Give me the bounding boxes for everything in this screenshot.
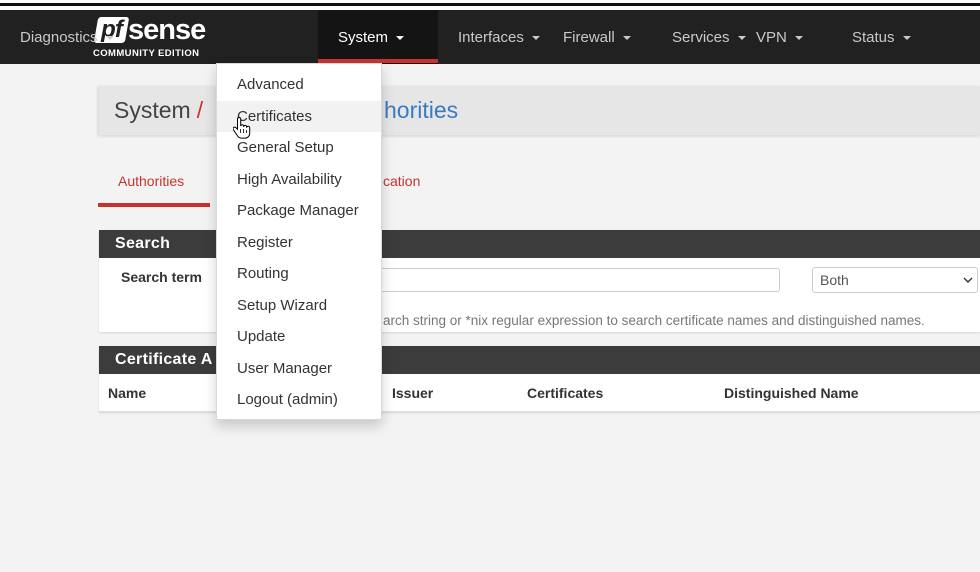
- nav-label: VPN: [756, 28, 787, 46]
- menu-item-setup-wizard[interactable]: Setup Wizard: [217, 290, 381, 322]
- menu-item-user-manager[interactable]: User Manager: [217, 353, 381, 385]
- active-tab-indicator: [98, 203, 210, 207]
- tab-authorities[interactable]: Authorities: [118, 172, 184, 190]
- nav-label: Interfaces: [458, 28, 524, 46]
- nav-label: Diagnostics: [20, 28, 98, 46]
- search-scope-select[interactable]: Both: [812, 267, 978, 293]
- menu-item-routing[interactable]: Routing: [217, 258, 381, 290]
- nav-label: Services: [672, 28, 730, 46]
- menu-item-high-availability[interactable]: High Availability: [217, 164, 381, 196]
- search-term-label: Search term: [121, 269, 202, 285]
- caret-down-icon: [105, 36, 114, 40]
- column-header-certificates: Certificates: [527, 385, 604, 401]
- nav-system[interactable]: System: [318, 10, 438, 64]
- top-navbar: pf sense COMMUNITY EDITION System Interf…: [0, 10, 980, 64]
- caret-down-icon: [794, 36, 803, 40]
- nav-diagnostics[interactable]: Diagnostics: [0, 10, 114, 64]
- menu-item-logout[interactable]: Logout (admin): [217, 384, 381, 416]
- menu-item-advanced[interactable]: Advanced: [217, 69, 381, 101]
- nav-firewall[interactable]: Firewall: [543, 10, 652, 64]
- caret-down-icon: [622, 36, 631, 40]
- caret-down-icon: [902, 36, 911, 40]
- breadcrumb-root: System /: [114, 86, 203, 135]
- column-header-name: Name: [108, 385, 147, 401]
- menu-item-update[interactable]: Update: [217, 321, 381, 353]
- column-header-issuer: Issuer: [392, 385, 434, 401]
- window-top-border: [0, 0, 980, 10]
- nav-vpn[interactable]: VPN: [736, 10, 832, 64]
- menu-item-register[interactable]: Register: [217, 227, 381, 259]
- column-header-distinguished-name: Distinguished Name: [724, 385, 859, 401]
- select-value: Both: [820, 272, 849, 288]
- logo-wordmark: sense: [128, 14, 206, 46]
- nav-label: Status: [852, 28, 895, 46]
- nav-label: System: [338, 28, 389, 46]
- menu-item-package-manager[interactable]: Package Manager: [217, 195, 381, 227]
- nav-label: Firewall: [563, 28, 615, 46]
- caret-down-icon: [396, 36, 405, 40]
- search-help-text: arch string or *nix regular expression t…: [383, 313, 925, 328]
- caret-down-icon: [531, 36, 540, 40]
- window-top-line: [0, 3, 980, 6]
- breadcrumb-separator: /: [196, 97, 204, 123]
- nav-status[interactable]: Status: [832, 10, 964, 64]
- breadcrumb-root-label: System: [114, 97, 191, 123]
- nav-interfaces[interactable]: Interfaces: [438, 10, 543, 64]
- pointer-hand-icon: [233, 117, 251, 139]
- chevron-down-icon: [963, 277, 973, 283]
- breadcrumb-current-link[interactable]: horities: [384, 86, 458, 135]
- tab-partial[interactable]: cation: [383, 172, 420, 190]
- nav-services[interactable]: Services: [652, 10, 746, 64]
